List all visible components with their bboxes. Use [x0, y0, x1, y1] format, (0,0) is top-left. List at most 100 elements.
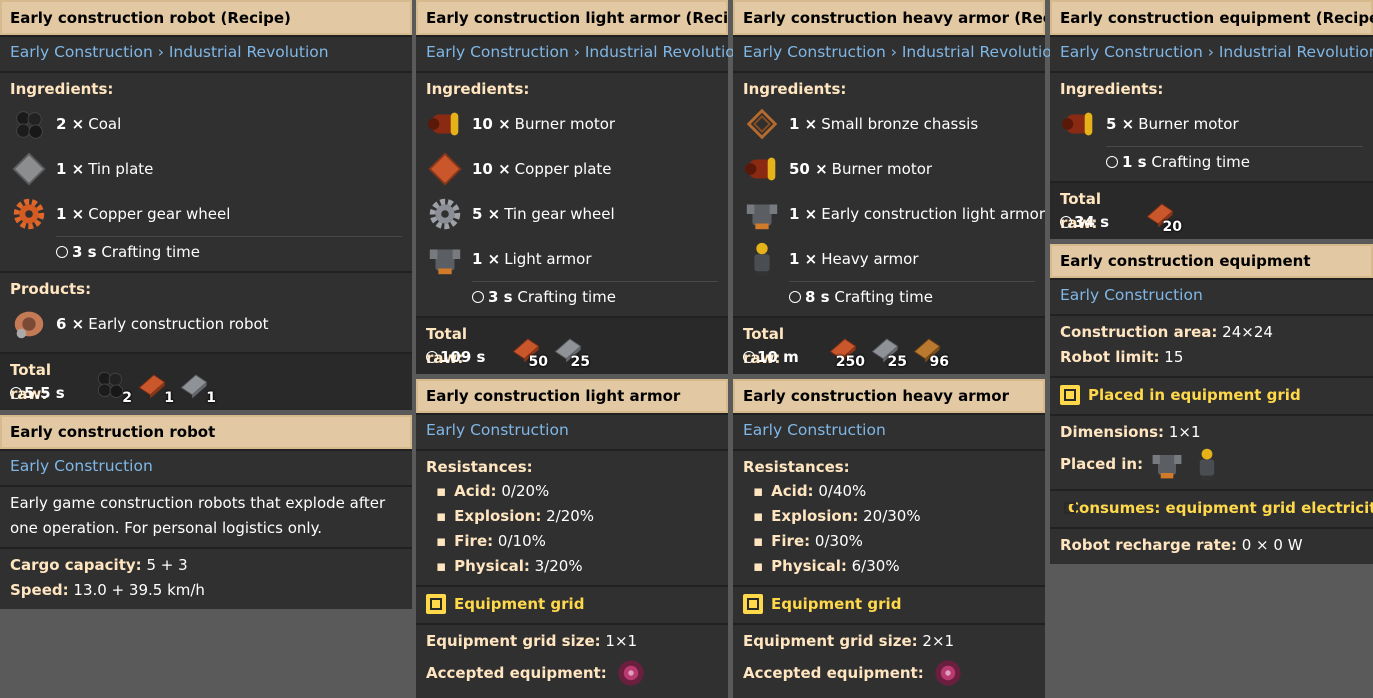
raw-item[interactable]: 2 [92, 366, 134, 406]
ingredient-row[interactable]: 1 × Tin plate [10, 146, 402, 191]
ingredient-count: 1 × [789, 114, 818, 133]
stat-label: Accepted equipment: [743, 663, 924, 682]
tech-breadcrumb[interactable]: Early Construction › Industrial Revoluti… [426, 41, 745, 65]
tech-breadcrumb[interactable]: Early Construction › Industrial Revoluti… [10, 41, 402, 65]
raw-item[interactable]: 50 [508, 330, 550, 370]
resistance-row: Explosion: 2/20% [426, 504, 718, 529]
resistance-value: 20/30% [863, 507, 921, 525]
total-raw: Total raw: 5.5 s 2 1 1 [10, 358, 402, 406]
card-heavy-recipe: Early construction heavy armor (Recipe) … [733, 0, 1062, 374]
tech-link[interactable]: Early Construction [1060, 43, 1203, 61]
tech-link[interactable]: Early Construction [743, 419, 1035, 443]
tech-link[interactable]: Industrial Revolution [1219, 43, 1373, 61]
raw-item[interactable]: 96 [909, 330, 951, 370]
stat-value: 2×1 [922, 632, 955, 650]
crafting-time: 3 s Crafting time [56, 236, 402, 265]
raw-count: 25 [570, 354, 590, 370]
resistance-type: Fire: [454, 532, 494, 550]
products-label: Products: [10, 280, 92, 298]
product-count: 6 × [56, 314, 85, 333]
ingredient-row[interactable]: 50 × Burner motor [743, 146, 1035, 191]
raw-count: 250 [835, 354, 865, 370]
ingredient-row[interactable]: 5 × Tin gear wheel [426, 191, 718, 236]
ingredient-row[interactable]: 2 × Coal [10, 101, 402, 146]
raw-item[interactable]: 25 [550, 330, 592, 370]
tech-link[interactable]: Early Construction [10, 455, 402, 479]
raw-item[interactable]: 25 [867, 330, 909, 370]
tech-link[interactable]: Industrial Revolution [902, 43, 1062, 61]
card-equipment: Early construction equipment Early Const… [1050, 244, 1373, 564]
raw-item[interactable]: 1 [176, 366, 218, 406]
total-raw: Total raw: 10 m 250 25 96 [743, 322, 1035, 370]
crafting-time: 1 s Crafting time [1106, 146, 1363, 175]
ingredient-row[interactable]: 1 × Heavy armor [743, 236, 1035, 281]
heavy-armor-icon[interactable] [1189, 446, 1225, 482]
tech-link[interactable]: Early Construction [426, 43, 569, 61]
column-robot: Early construction robot (Recipe) Early … [0, 0, 412, 609]
tech-link[interactable]: Industrial Revolution [585, 43, 745, 61]
tech-breadcrumb[interactable]: Early Construction › Industrial Revoluti… [743, 41, 1062, 65]
tech-breadcrumb[interactable]: Early Construction › Industrial Revoluti… [1060, 41, 1373, 65]
construction-area: Construction area: 24×24 [1060, 320, 1363, 345]
card-title: Early construction equipment [1050, 244, 1373, 278]
resistance-type: Physical: [771, 557, 847, 575]
card-light-armor: Early construction light armor Early Con… [416, 379, 728, 698]
crafting-time-value: 3 s [72, 243, 97, 261]
card-equip-recipe: Early construction equipment (Recipe) Ea… [1050, 0, 1373, 239]
raw-item[interactable]: 20 [1142, 195, 1184, 235]
consumes-header: Consumes: equipment grid electricity [1060, 495, 1373, 521]
total-time-value: 5.5 s [24, 384, 65, 402]
card-robot-recipe: Early construction robot (Recipe) Early … [0, 0, 412, 410]
clock-icon [426, 351, 438, 363]
breadcrumb-separator: › [1207, 43, 1214, 61]
column-equipment: Early construction equipment (Recipe) Ea… [1050, 0, 1373, 564]
ingredient-row[interactable]: 1 × Small bronze chassis [743, 101, 1035, 146]
ingredient-row[interactable]: 1 × Early construction light armor [743, 191, 1045, 236]
raw-count: 50 [528, 354, 548, 370]
clock-icon [56, 246, 68, 258]
clock-icon [1106, 156, 1118, 168]
stat-value: 13.0 + 39.5 km/h [73, 581, 205, 599]
card-heavy-armor: Early construction heavy armor Early Con… [733, 379, 1045, 698]
ingredient-row[interactable]: 10 × Copper plate [426, 146, 718, 191]
ingredient-row[interactable]: 5 × Burner motor [1060, 101, 1363, 146]
ingredient-count: 5 × [1106, 114, 1135, 133]
equipment-grid-icon [1060, 385, 1080, 405]
tech-link[interactable]: Early Construction [743, 43, 886, 61]
light-armor-icon [743, 195, 781, 233]
raw-item[interactable]: 1 [134, 366, 176, 406]
placed-in-grid-label: Placed in equipment grid [1088, 386, 1301, 404]
light-armor-icon[interactable] [1149, 446, 1185, 482]
resistance-row: Explosion: 20/30% [743, 504, 1035, 529]
crafting-time-label: Crafting time [517, 288, 616, 306]
breadcrumb-separator: › [573, 43, 580, 61]
tech-link[interactable]: Early Construction [1060, 284, 1363, 308]
robot-icon [10, 305, 48, 343]
ingredient-row[interactable]: 10 × Burner motor [426, 101, 718, 146]
bronze-chassis-icon [743, 105, 781, 143]
column-light-armor: Early construction light armor (Recipe) … [416, 0, 745, 698]
card-robot: Early construction robot Early Construct… [0, 415, 412, 609]
raw-count: 1 [164, 390, 174, 406]
tech-link[interactable]: Early Construction [426, 419, 718, 443]
burner-motor-icon [743, 150, 781, 188]
ingredient-name: Small bronze chassis [821, 114, 979, 133]
construction-equipment-icon[interactable] [930, 655, 966, 691]
product-row[interactable]: 6 × Early construction robot [10, 301, 402, 346]
tech-link[interactable]: Early Construction [10, 43, 153, 61]
resistance-row: Fire: 0/30% [743, 529, 1035, 554]
stat-label: Cargo capacity: [10, 556, 142, 574]
placed-in: Placed in: [1060, 445, 1363, 483]
raw-item[interactable]: 250 [825, 330, 867, 370]
card-light-recipe: Early construction light armor (Recipe) … [416, 0, 745, 374]
construction-equipment-icon[interactable] [613, 655, 649, 691]
ingredient-row[interactable]: 1 × Copper gear wheel [10, 191, 402, 236]
crafting-time-value: 8 s [805, 288, 830, 306]
ingredient-row[interactable]: 1 × Light armor [426, 236, 718, 281]
ingredients-label: Ingredients: [10, 80, 114, 98]
breadcrumb-separator: › [890, 43, 897, 61]
recharge-rate: Robot recharge rate: 0 × 0 W [1060, 533, 1363, 558]
resistance-value: 0/20% [501, 482, 550, 500]
stat-label: Speed: [10, 581, 69, 599]
tech-link[interactable]: Industrial Revolution [169, 43, 329, 61]
